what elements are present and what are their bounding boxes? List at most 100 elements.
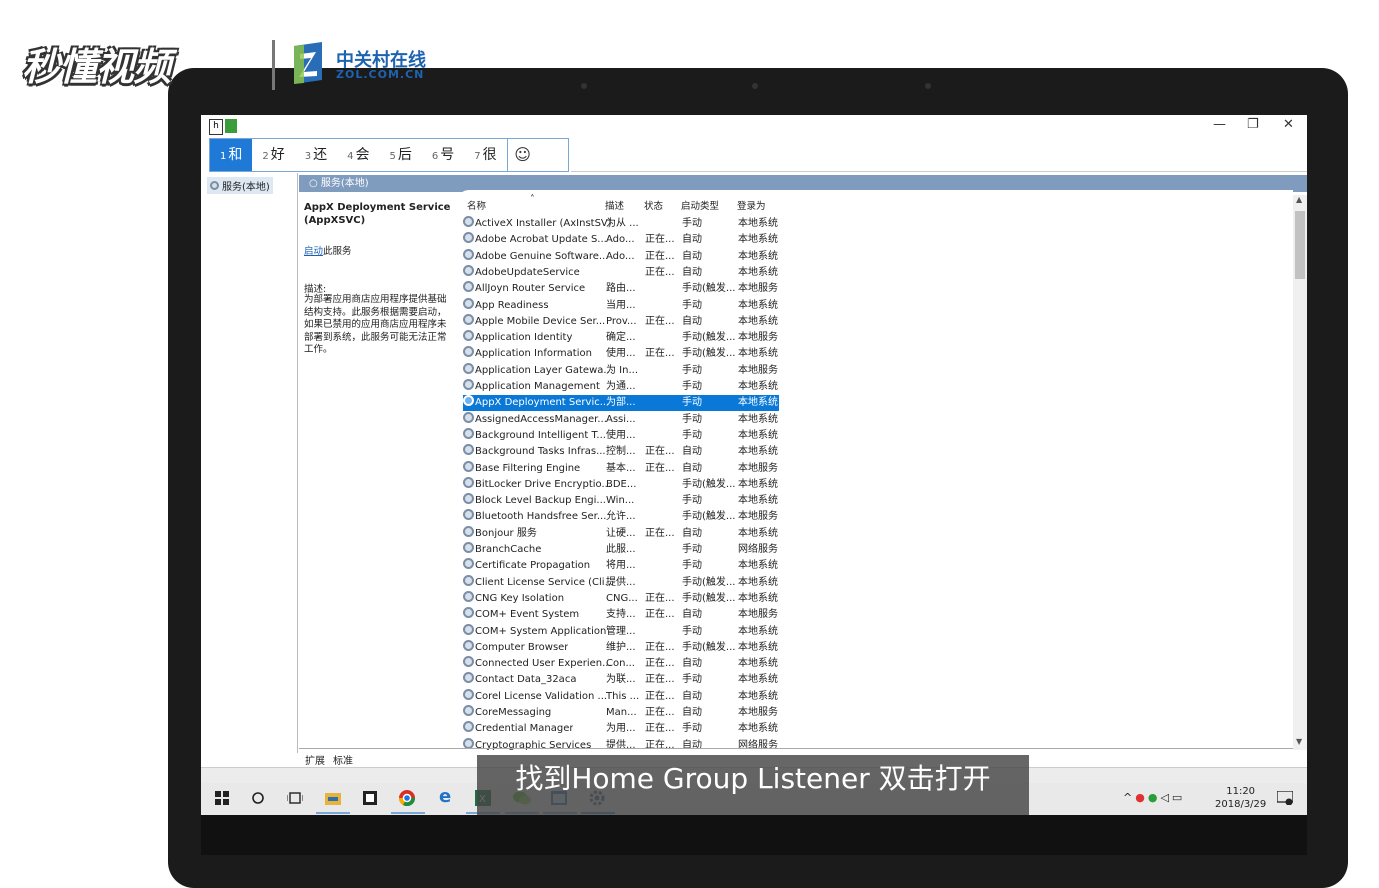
emoji-icon[interactable]: ☺: [506, 139, 538, 171]
table-row[interactable]: App Readiness 当用... 手动 本地系统: [463, 297, 779, 314]
cell-startup: 手动: [682, 544, 702, 555]
tray-app-icon[interactable]: ●: [1135, 791, 1148, 804]
ime-candidate-7[interactable]: 7很: [464, 139, 506, 171]
column-desc[interactable]: 描述: [605, 198, 624, 212]
scroll-up-icon[interactable]: ▲: [1296, 195, 1302, 204]
ime-candidate-5[interactable]: 5后: [380, 139, 422, 171]
table-row[interactable]: Application Layer Gatewa... 为 In... 手动 本地服务: [463, 362, 779, 379]
table-row[interactable]: CoreMessaging Man... 正在... 自动 本地服务: [463, 705, 779, 721]
task-view-icon[interactable]: [286, 790, 304, 806]
network-icon[interactable]: ▭: [1172, 791, 1185, 804]
table-row[interactable]: CNG Key Isolation CNG... 正在... 手动(触发... 本地系统: [463, 590, 779, 607]
ime-candidate-2[interactable]: 2好: [252, 139, 294, 171]
search-icon: ○: [309, 178, 321, 189]
table-row[interactable]: Corel License Validation ... This ... 正在..…: [463, 688, 779, 705]
table-row[interactable]: Credential Manager 为用... 正在... 手动 本地系统: [463, 721, 779, 737]
cell-desc: 提供...: [606, 576, 636, 588]
table-row[interactable]: Adobe Genuine Software... Ado... 正在... 自动 本地…: [463, 248, 779, 265]
tab-extended[interactable]: 扩展: [305, 752, 325, 767]
column-name[interactable]: 名称: [467, 198, 486, 212]
cell-name: Contact Data_32aca: [475, 674, 577, 686]
table-row[interactable]: COM+ Event System 支持... 正在... 自动 本地服务: [463, 607, 779, 623]
table-row[interactable]: Application Management 为通... 手动 本地系统: [463, 379, 779, 395]
scroll-down-icon[interactable]: ▼: [1296, 737, 1302, 746]
table-row[interactable]: COM+ System Application 管理... 手动 本地系统: [463, 623, 779, 640]
close-button[interactable]: ✕: [1283, 117, 1294, 132]
ime-candidate-1[interactable]: 1和: [210, 139, 253, 171]
table-row[interactable]: Contact Data_32aca 为联... 正在... 手动 本地系统: [463, 672, 779, 688]
table-row[interactable]: Application Identity 确定... 手动(触发... 本地服务: [463, 330, 779, 346]
table-row[interactable]: Bluetooth Handsfree Ser... 允许... 手动(触发... 本…: [463, 509, 779, 525]
table-row[interactable]: Block Level Backup Engi... Win... 手动 本地系统: [463, 493, 779, 509]
cell-name: AssignedAccessManager...: [475, 413, 607, 425]
table-row[interactable]: Base Filtering Engine 基本... 正在... 自动 本地服务: [463, 460, 779, 477]
cell-startup: 手动: [682, 625, 702, 637]
cell-logon: 本地系统: [738, 348, 778, 360]
cell-name: AllJoyn Router Service: [475, 283, 586, 295]
notification-icon[interactable]: [1276, 790, 1294, 806]
column-status[interactable]: 状态: [644, 198, 663, 212]
edge-icon[interactable]: e: [439, 788, 455, 806]
cell-logon: 本地服务: [738, 511, 778, 523]
table-row[interactable]: AssignedAccessManager... Assi... 手动 本地系统: [463, 411, 779, 428]
cell-desc: Assi...: [606, 413, 636, 425]
table-row[interactable]: Background Intelligent T... 使用... 手动 本地系统: [463, 427, 779, 444]
ime-candidate-4[interactable]: 4会: [337, 139, 379, 171]
ime-candidate-number: 1: [220, 151, 227, 162]
cell-desc: 为用...: [606, 723, 636, 735]
cell-logon: 本地系统: [738, 446, 778, 458]
cell-startup: 自动: [682, 234, 702, 246]
column-logon[interactable]: 登录为: [737, 198, 766, 212]
tray-icons[interactable]: ^●●◁▭: [1123, 791, 1185, 804]
cell-desc: 此服...: [606, 544, 636, 555]
services-list: 名称 ˄ 描述 状态 启动类型 登录为 ActiveX Installer (A…: [457, 190, 1293, 750]
table-row[interactable]: Apple Mobile Device Ser... Prov... 正在... 自动…: [463, 313, 779, 330]
windows-start-icon[interactable]: [215, 790, 231, 806]
cell-name: AdobeUpdateService: [475, 266, 580, 278]
table-row[interactable]: AppX Deployment Servic... 为部... 手动 本地系统: [463, 395, 779, 412]
webcam: [752, 83, 758, 89]
scroll-thumb[interactable]: [1295, 211, 1305, 279]
clock-date: 2018/3/29: [1215, 799, 1267, 810]
tab-standard[interactable]: 标准: [333, 752, 353, 767]
chrome-icon[interactable]: [398, 790, 416, 807]
cell-status: 正在...: [645, 674, 675, 686]
ime-candidate-3[interactable]: 3还: [295, 139, 337, 171]
minimize-button[interactable]: —: [1213, 117, 1226, 132]
cell-startup: 手动: [682, 429, 702, 441]
wechat-tray-icon[interactable]: ●: [1148, 791, 1161, 804]
search-icon[interactable]: [251, 790, 267, 806]
cell-logon: 本地系统: [738, 674, 778, 686]
table-row[interactable]: Certificate Propagation 将用... 手动 本地系统: [463, 558, 779, 574]
table-row[interactable]: Bonjour 服务 让硬... 正在... 自动 本地系统: [463, 525, 779, 542]
file-explorer-icon[interactable]: [325, 790, 341, 806]
table-row[interactable]: Adobe Acrobat Update S... Ado... 正在... 自动 本地…: [463, 232, 779, 248]
table-row[interactable]: ActiveX Installer (AxInstSV) 为从 ... 手动 本地系统: [463, 216, 779, 232]
taskbar-clock[interactable]: 11:20 2018/3/29: [1215, 785, 1266, 811]
table-row[interactable]: Connected User Experien... Con... 正在... 自动 本…: [463, 656, 779, 672]
chevron-up-icon[interactable]: ^: [1123, 791, 1135, 804]
service-gear-icon: [463, 542, 474, 553]
table-row[interactable]: AdobeUpdateService 正在... 自动 本地系统: [463, 264, 779, 281]
table-row[interactable]: Background Tasks Infras... 控制... 正在... 自动 本地…: [463, 444, 779, 460]
tree-item-services-local[interactable]: 服务(本地): [207, 177, 273, 194]
notepad-icon[interactable]: [363, 790, 379, 806]
volume-icon[interactable]: ◁: [1160, 791, 1171, 804]
table-row[interactable]: Computer Browser 维护... 正在... 手动(触发... 本地系统: [463, 639, 779, 656]
start-service-link[interactable]: 启动: [304, 246, 323, 257]
table-row[interactable]: BitLocker Drive Encryptio... BDE... 手动(触发.…: [463, 476, 779, 493]
service-gear-icon: [463, 688, 474, 700]
service-gear-icon: [463, 264, 474, 276]
restore-button[interactable]: ❐: [1247, 117, 1259, 132]
table-row[interactable]: Client License Service (Cli... 提供... 手动(触发…: [463, 574, 779, 591]
ime-candidate-char: 很: [482, 147, 497, 163]
cell-desc: 支持...: [606, 609, 636, 621]
table-row[interactable]: AllJoyn Router Service 路由... 手动(触发... 本地服务: [463, 281, 779, 297]
cell-startup: 手动: [682, 381, 702, 392]
vertical-scrollbar[interactable]: ▲ ▼: [1293, 195, 1307, 750]
ime-candidate-6[interactable]: 6号: [422, 139, 464, 171]
column-startup[interactable]: 启动类型: [681, 198, 719, 212]
cell-status: 正在...: [645, 609, 675, 621]
table-row[interactable]: BranchCache 此服... 手动 网络服务: [463, 542, 779, 558]
table-row[interactable]: Application Information 使用... 正在... 手动(触发..…: [463, 346, 779, 362]
